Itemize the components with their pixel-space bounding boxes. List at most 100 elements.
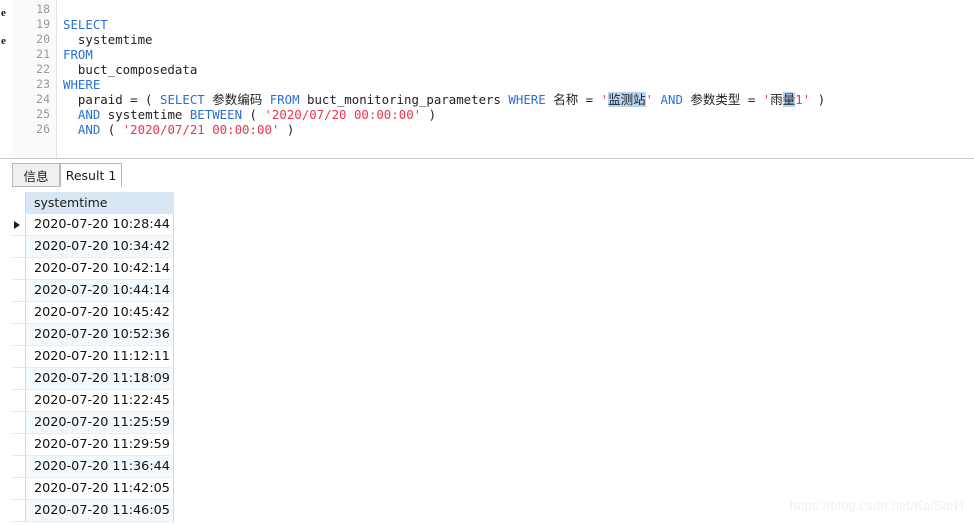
table-row[interactable]: 2020-07-20 11:42:05 (12, 477, 174, 500)
code-token: SELECT (159, 92, 205, 107)
row-selector-cell[interactable] (12, 345, 26, 368)
sql-editor-pane[interactable]: e e 18 19 20 21 22 23 24 25 26 SELECT systemtime… (0, 0, 974, 158)
table-row[interactable]: 2020-07-20 10:45:42 (12, 301, 174, 324)
watermark-text: https://blog.csdn.net/KaiSarH (789, 498, 964, 513)
code-token: 名称 (553, 92, 579, 107)
code-token: FROM (63, 47, 93, 62)
code-line-26[interactable]: AND ( '2020/07/21 00:00:00' ) (63, 122, 294, 137)
code-token: AND (77, 122, 101, 137)
code-line-25[interactable]: AND systemtime BETWEEN ( '2020/07/20 00:… (63, 107, 436, 122)
result-table-body: 2020-07-20 10:28:44 2020-07-20 10:34:42 20… (12, 213, 174, 522)
code-token: WHERE (508, 92, 546, 107)
row-selector-cell[interactable] (12, 455, 26, 478)
code-token: ) (279, 122, 295, 137)
editor-line-number-gutter[interactable]: 18 19 20 21 22 23 24 25 26 (12, 0, 57, 158)
code-token: = (578, 92, 601, 107)
table-row[interactable]: 2020-07-20 11:46:05 (12, 499, 174, 522)
code-token: FROM (269, 92, 300, 107)
code-token: 1 (795, 92, 803, 107)
code-token: buct_monitoring_parameters (299, 92, 509, 107)
code-token: systemtime (100, 107, 190, 122)
table-row[interactable]: 2020-07-20 11:22:45 (12, 389, 174, 412)
row-selector-cell[interactable] (12, 213, 26, 236)
table-row[interactable]: 2020-07-20 11:36:44 (12, 455, 174, 478)
table-cell[interactable]: 2020-07-20 10:45:42 (25, 301, 174, 324)
code-token: ' (645, 92, 654, 107)
code-line-20[interactable]: systemtime (63, 32, 153, 47)
code-token: 参数类型 (690, 92, 741, 107)
table-row[interactable]: 2020-07-20 10:52:36 (12, 323, 174, 346)
code-token: ' (600, 92, 609, 107)
tab-info[interactable]: 信息 (12, 163, 60, 187)
code-token: '2020/07/20 00:00:00' (264, 107, 422, 122)
code-line-21[interactable]: FROM (63, 47, 93, 62)
row-selector-cell[interactable] (12, 367, 26, 390)
row-selector-cell[interactable] (12, 279, 26, 302)
table-row[interactable]: 2020-07-20 11:29:59 (12, 433, 174, 456)
tab-result-1-label: Result 1 (65, 167, 117, 183)
table-cell[interactable]: 2020-07-20 10:44:14 (25, 279, 174, 302)
code-token: paraid = ( (63, 92, 160, 107)
table-cell[interactable]: 2020-07-20 10:28:44 (25, 213, 174, 236)
table-cell[interactable]: 2020-07-20 11:22:45 (25, 389, 174, 412)
table-row[interactable]: 2020-07-20 11:12:11 (12, 345, 174, 368)
column-header-systemtime[interactable]: systemtime (25, 192, 174, 214)
table-cell[interactable]: 2020-07-20 11:29:59 (25, 433, 174, 456)
table-cell[interactable]: 2020-07-20 10:52:36 (25, 323, 174, 346)
editor-left-margin: e e (0, 0, 12, 158)
margin-ghost-char-2: e (1, 35, 6, 47)
code-token: = (740, 92, 763, 107)
line-number-21: 21 (36, 47, 50, 61)
row-selector-cell[interactable] (12, 323, 26, 346)
table-cell[interactable]: 2020-07-20 11:25:59 (25, 411, 174, 434)
table-row[interactable]: 2020-07-20 10:28:44 (12, 213, 174, 236)
code-token: ) (810, 92, 826, 107)
table-row[interactable]: 2020-07-20 11:18:09 (12, 367, 174, 390)
table-cell[interactable]: 2020-07-20 11:42:05 (25, 477, 174, 500)
table-cell[interactable]: 2020-07-20 10:34:42 (25, 235, 174, 258)
current-row-arrow-icon (14, 220, 20, 229)
row-selector-cell[interactable] (12, 499, 26, 522)
line-number-19: 19 (36, 17, 50, 31)
tab-result-1[interactable]: Result 1 (60, 163, 122, 187)
table-cell[interactable]: 2020-07-20 10:42:14 (25, 257, 174, 280)
code-token: BETWEEN (189, 107, 243, 122)
table-cell[interactable]: 2020-07-20 11:36:44 (25, 455, 174, 478)
code-token: 参数编码 (212, 92, 263, 107)
code-line-19[interactable]: SELECT (63, 17, 108, 32)
editor-code-area[interactable]: SELECT systemtime FROM buct_composedata WH… (57, 0, 974, 158)
row-selector-cell[interactable] (12, 257, 26, 280)
code-token: AND (77, 107, 101, 122)
code-token: ( (100, 122, 123, 137)
table-row[interactable]: 2020-07-20 11:25:59 (12, 411, 174, 434)
table-cell[interactable]: 2020-07-20 11:46:05 (25, 499, 174, 522)
table-row[interactable]: 2020-07-20 10:44:14 (12, 279, 174, 302)
line-number-22: 22 (36, 62, 50, 76)
row-selector-cell[interactable] (12, 411, 26, 434)
table-cell[interactable]: 2020-07-20 11:18:09 (25, 367, 174, 390)
line-number-18: 18 (36, 2, 50, 16)
line-number-25: 25 (36, 107, 50, 121)
row-selector-cell[interactable] (12, 477, 26, 500)
line-number-20: 20 (36, 32, 50, 46)
result-grid[interactable]: systemtime 2020-07-20 10:28:44 2020-07-20… (0, 187, 974, 525)
table-row[interactable]: 2020-07-20 10:42:14 (12, 257, 174, 280)
code-token: ( (242, 107, 265, 122)
row-selector-cell[interactable] (12, 433, 26, 456)
code-token: 雨 (770, 92, 783, 107)
row-selector-cell[interactable] (12, 235, 26, 258)
margin-ghost-char-1: e (1, 7, 6, 19)
code-line-22[interactable]: buct_composedata (63, 62, 197, 77)
code-token: WHERE (63, 77, 101, 92)
code-line-24[interactable]: paraid = ( SELECT 参数编码 FROM buct_monitor… (63, 92, 825, 107)
row-selector-cell[interactable] (12, 389, 26, 412)
table-row[interactable]: 2020-07-20 10:34:42 (12, 235, 174, 258)
row-selector-cell[interactable] (12, 301, 26, 324)
table-cell[interactable]: 2020-07-20 11:12:11 (25, 345, 174, 368)
line-number-23: 23 (36, 77, 50, 91)
code-line-23[interactable]: WHERE (63, 77, 100, 92)
code-token: systemtime (63, 32, 153, 47)
result-table[interactable]: systemtime 2020-07-20 10:28:44 2020-07-20… (12, 192, 174, 522)
